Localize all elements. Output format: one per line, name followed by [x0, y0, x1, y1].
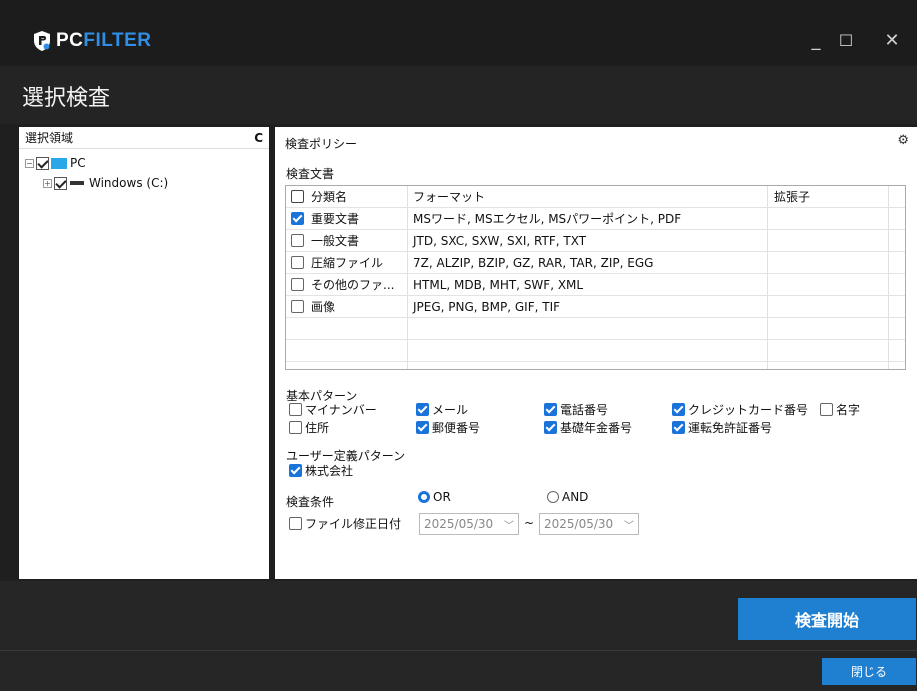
- row-formats: JPEG, PNG, BMP, GIF, TIF: [413, 299, 561, 314]
- title-bar: PCFILTER _ ☐ ✕: [0, 0, 917, 66]
- row-checkbox[interactable]: [291, 256, 304, 269]
- document-table: 分類名 フォーマット 拡張子 重要文書 MSワード, MSエクセル, MSパワー…: [285, 185, 906, 370]
- expand-icon[interactable]: +: [43, 178, 52, 188]
- user-pattern-checkbox[interactable]: 株式会社: [289, 462, 353, 479]
- pattern-checkbox-address[interactable]: 住所: [289, 419, 329, 436]
- date-to-value: 2025/05/30: [544, 517, 614, 531]
- table-row[interactable]: 圧縮ファイル 7Z, ALZIP, BZIP, GZ, RAR, TAR, ZI…: [286, 252, 905, 274]
- date-from-value: 2025/05/30: [424, 517, 494, 531]
- table-header-row: 分類名 フォーマット 拡張子: [286, 186, 905, 208]
- tree-checkbox-windows[interactable]: [54, 176, 67, 190]
- column-header-extension: 拡張子: [774, 190, 811, 204]
- selection-area-title: 選択領域: [25, 131, 74, 145]
- date-separator: ~: [524, 516, 535, 530]
- row-checkbox[interactable]: [291, 212, 304, 225]
- close-button[interactable]: 閉じる: [822, 658, 916, 685]
- tree-label-windows: Windows (C:): [89, 176, 169, 190]
- date-from-picker[interactable]: 2025/05/30 ﹀: [419, 513, 519, 535]
- pattern-checkbox-credit-card[interactable]: クレジットカード番号: [672, 401, 808, 418]
- row-category: その他のファ...: [311, 278, 395, 292]
- app-logo: PCFILTER: [32, 30, 152, 52]
- maximize-icon[interactable]: ☐: [826, 24, 866, 58]
- tree-node-windows[interactable]: + Windows (C:): [25, 173, 168, 193]
- row-formats: JTD, SXC, SXW, SXI, RTF, TXT: [413, 233, 587, 248]
- column-header-category: 分類名: [311, 190, 348, 204]
- tree-checkbox-pc[interactable]: [36, 156, 49, 170]
- start-inspection-button[interactable]: 検査開始: [738, 598, 916, 640]
- table-row-empty: [286, 318, 905, 340]
- pattern-checkbox-pension-number[interactable]: 基礎年金番号: [544, 419, 632, 436]
- chevron-down-icon: ﹀: [504, 521, 514, 532]
- row-formats: 7Z, ALZIP, BZIP, GZ, RAR, TAR, ZIP, EGG: [413, 255, 654, 270]
- pattern-checkbox-mynumber[interactable]: マイナンバー: [289, 401, 377, 418]
- selection-area-header: 選択領域 C: [19, 127, 269, 149]
- row-category: 画像: [311, 300, 336, 314]
- selection-area-panel: 選択領域 C − PC + Windows (C:): [19, 127, 269, 579]
- chevron-down-icon: ﹀: [624, 521, 634, 532]
- column-header-format: フォーマット: [413, 190, 486, 204]
- monitor-icon: [51, 157, 67, 169]
- app-logo-text: PCFILTER: [56, 30, 152, 52]
- table-row[interactable]: 重要文書 MSワード, MSエクセル, MSパワーポイント, PDF: [286, 208, 905, 230]
- table-row[interactable]: 画像 JPEG, PNG, BMP, GIF, TIF: [286, 296, 905, 318]
- table-row[interactable]: その他のファ... HTML, MDB, MHT, SWF, XML: [286, 274, 905, 296]
- page-title: 選択検査: [22, 86, 111, 111]
- select-all-checkbox[interactable]: [291, 190, 304, 203]
- table-row[interactable]: 一般文書 JTD, SXC, SXW, SXI, RTF, TXT: [286, 230, 905, 252]
- row-checkbox[interactable]: [291, 234, 304, 247]
- gear-icon[interactable]: ⚙: [897, 133, 909, 148]
- row-category: 圧縮ファイル: [311, 256, 384, 270]
- date-to-picker[interactable]: 2025/05/30 ﹀: [539, 513, 639, 535]
- table-row-empty: [286, 340, 905, 362]
- condition-radio-and[interactable]: AND: [547, 490, 588, 504]
- pattern-checkbox-surname[interactable]: 名字: [820, 401, 860, 418]
- row-checkbox[interactable]: [291, 300, 304, 313]
- row-checkbox[interactable]: [291, 278, 304, 291]
- collapse-icon[interactable]: −: [25, 158, 34, 168]
- doc-section-label: 検査文書: [286, 167, 335, 181]
- tree-label-pc: PC: [70, 156, 86, 170]
- tree-node-pc[interactable]: − PC: [25, 153, 168, 173]
- pcfilter-logo-icon: [32, 30, 52, 52]
- condition-label: 検査条件: [286, 495, 335, 509]
- row-formats: MSワード, MSエクセル, MSパワーポイント, PDF: [413, 212, 682, 226]
- pattern-checkbox-postal-code[interactable]: 郵便番号: [416, 419, 480, 436]
- logo-filter-text: FILTER: [83, 30, 152, 51]
- footer-divider: [0, 650, 917, 651]
- condition-radio-or[interactable]: OR: [418, 490, 451, 504]
- inspection-policy-title: 検査ポリシー: [285, 137, 358, 151]
- file-date-checkbox[interactable]: ファイル修正日付: [289, 515, 401, 532]
- close-icon[interactable]: ✕: [872, 24, 912, 58]
- pattern-checkbox-drivers-license[interactable]: 運転免許証番号: [672, 419, 772, 436]
- row-formats: HTML, MDB, MHT, SWF, XML: [413, 277, 584, 292]
- pattern-checkbox-email[interactable]: メール: [416, 401, 468, 418]
- row-category: 重要文書: [311, 212, 360, 226]
- page-header: [0, 66, 917, 124]
- logo-pc-text: PC: [56, 30, 84, 51]
- refresh-icon[interactable]: C: [254, 131, 263, 145]
- drive-icon: [70, 181, 84, 185]
- row-category: 一般文書: [311, 234, 360, 248]
- pattern-checkbox-phone[interactable]: 電話番号: [544, 401, 608, 418]
